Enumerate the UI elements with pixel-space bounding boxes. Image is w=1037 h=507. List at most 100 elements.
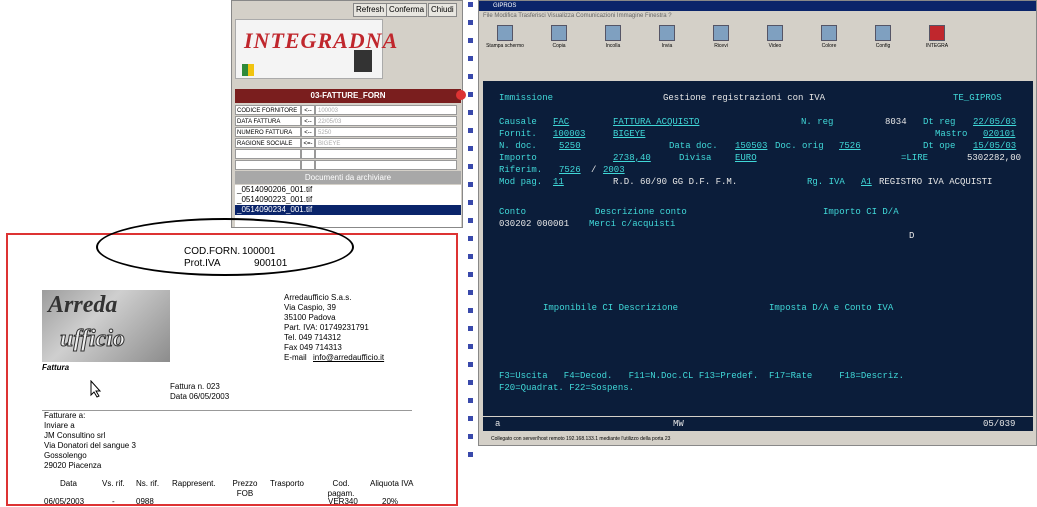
file-item-selected[interactable]: _0514090234_001.tif (235, 205, 461, 215)
riferim-sep: / (591, 165, 597, 175)
field-label: DATA FATTURA (235, 116, 301, 126)
invia-button[interactable]: Invia (645, 23, 689, 55)
monitor-icon (354, 50, 372, 72)
table-header: Data (60, 479, 77, 488)
field-operator[interactable]: <--O (301, 127, 315, 146)
company-line: Arredaufficio S.a.s. (284, 293, 352, 302)
receive-icon (713, 25, 729, 41)
integra-button[interactable]: INTEGRA (915, 23, 959, 55)
dtreg-label: Dt reg (923, 117, 956, 127)
terminal-screen[interactable]: Immissione Gestione registrazioni con IV… (483, 81, 1033, 416)
riferim-year-field[interactable]: 2003 (603, 165, 625, 176)
conferma-button[interactable]: Conferma (386, 3, 428, 17)
config-icon (875, 25, 891, 41)
dtreg-field[interactable]: 22/05/03 (973, 117, 1016, 128)
field-value[interactable]: 100003 (315, 105, 457, 115)
function-keys-1[interactable]: F3=Uscita F4=Decod. F11=N.Doc.CL F13=Pre… (499, 371, 904, 382)
mouse-pointer-icon (90, 380, 102, 398)
doc-type: Fattura (42, 363, 70, 372)
incolla-button[interactable]: Incolla (591, 23, 635, 55)
tool-label: Ricevi (714, 43, 728, 49)
close-icon[interactable] (456, 90, 466, 100)
refresh-button[interactable]: Refresh (353, 3, 388, 17)
field-row-empty (235, 149, 457, 160)
fornit-field[interactable]: 100003 (553, 129, 585, 140)
dtope-field[interactable]: 15/05/03 (973, 141, 1016, 152)
window-title: GIPROS (479, 1, 1036, 11)
divisa-field[interactable]: EURO (735, 153, 757, 164)
lire-value: 5302282,00 (967, 153, 1022, 163)
fornit-name: BIGEYE (613, 129, 646, 139)
field-value[interactable] (315, 160, 457, 170)
field-value[interactable]: BIGEYE (315, 138, 457, 148)
print-icon (497, 25, 513, 41)
rgiva-label: Rg. IVA (807, 177, 845, 187)
logo-word-1: Arreda (48, 292, 118, 318)
field-value[interactable]: 5250 (315, 127, 457, 137)
causale-code-field[interactable]: FAC (553, 117, 569, 128)
mastro-field[interactable]: 020101 (983, 129, 1015, 140)
row-da: D (909, 231, 915, 241)
field-value[interactable] (315, 149, 457, 159)
video-button[interactable]: Video (753, 23, 797, 55)
fatturare-label: Fatturare a: (44, 411, 86, 420)
rgiva-field[interactable]: A1 (861, 177, 872, 188)
row-conto: 030202 000001 (499, 219, 570, 229)
tool-label: Invia (661, 43, 673, 49)
causale-descr: FATTURA ACQUISTO (613, 117, 700, 127)
email-link[interactable]: info@arredaufficio.it (313, 353, 384, 363)
integra-logo: INTEGRADNA (235, 19, 397, 79)
modpag-descr: R.D. 60/90 GG D.F. F.M. (613, 177, 738, 187)
tool-label: Config (875, 43, 891, 49)
ndoc-field[interactable]: 5250 (559, 141, 581, 152)
copia-button[interactable]: Copia (537, 23, 581, 55)
table-header: Ns. rif. (136, 479, 160, 488)
row-descrizione: Merci c/acquisti (589, 219, 676, 229)
colore-button[interactable]: Colore (807, 23, 851, 55)
stampa-schermo-button[interactable]: Stampa schermo (483, 23, 527, 55)
ndoc-label: N. doc. (499, 141, 537, 151)
file-item[interactable]: _0514090206_001.tif (235, 185, 461, 195)
field-operator[interactable]: <--O (301, 116, 315, 135)
client-line: Via Donatori del sangue 3 (44, 441, 136, 450)
field-value[interactable]: 22/05/03 (315, 116, 457, 126)
field-operator[interactable]: <--O (301, 105, 315, 124)
field-row-empty (235, 160, 457, 171)
menu-bar[interactable]: File Modifica Trasferisci Visualizza Com… (479, 11, 1036, 21)
company-line: 35100 Padova (284, 313, 336, 322)
terminal-window: GIPROS File Modifica Trasferisci Visuali… (478, 0, 1037, 446)
datadoc-field[interactable]: 150503 (735, 141, 767, 152)
function-keys-2[interactable]: F20=Quadrat. F22=Sospens. (499, 383, 634, 394)
color-icon (821, 25, 837, 41)
field-label: RAGIONE SOCIALE (235, 138, 301, 148)
field-label (235, 160, 301, 170)
field-operator[interactable] (301, 160, 315, 170)
logo-word-2: ufficio (60, 326, 126, 353)
nreg-label: N. reg (801, 117, 834, 127)
field-row-data-fattura: DATA FATTURA <--O 22/05/03 (235, 116, 457, 135)
nreg-value: 8034 (885, 117, 907, 127)
cursor-position: 05/039 (983, 419, 1016, 429)
chiudi-button[interactable]: Chiudi (428, 3, 457, 17)
importo-field[interactable]: 2738,40 (613, 153, 651, 164)
mastro-label: Mastro (935, 129, 968, 139)
fattura-number: Fattura n. 023 (170, 382, 220, 391)
fornit-label: Fornit. (499, 129, 537, 139)
file-item[interactable]: _0514090223_001.tif (235, 195, 461, 205)
riferim-num-field[interactable]: 7526 (559, 165, 581, 176)
modpag-field[interactable]: 11 (553, 177, 564, 188)
config-button[interactable]: Config (861, 23, 905, 55)
field-row-numero-fattura: NUMERO FATTURA <--O 5250 (235, 127, 457, 146)
ricevi-button[interactable]: Ricevi (699, 23, 743, 55)
paste-icon (605, 25, 621, 41)
docs-header: Documenti da archiviare (235, 171, 461, 184)
video-icon (767, 25, 783, 41)
docorig-field[interactable]: 7526 (839, 141, 861, 152)
modpag-label: Mod pag. (499, 177, 543, 187)
status-mw: MW (673, 419, 684, 429)
highlight-ellipse (96, 218, 354, 276)
arredaufficio-logo: Arreda ufficio (42, 290, 170, 362)
field-operator[interactable]: <=- (301, 138, 315, 148)
field-operator[interactable] (301, 149, 315, 159)
company-line: Part. IVA: 01749231791 (284, 323, 369, 332)
